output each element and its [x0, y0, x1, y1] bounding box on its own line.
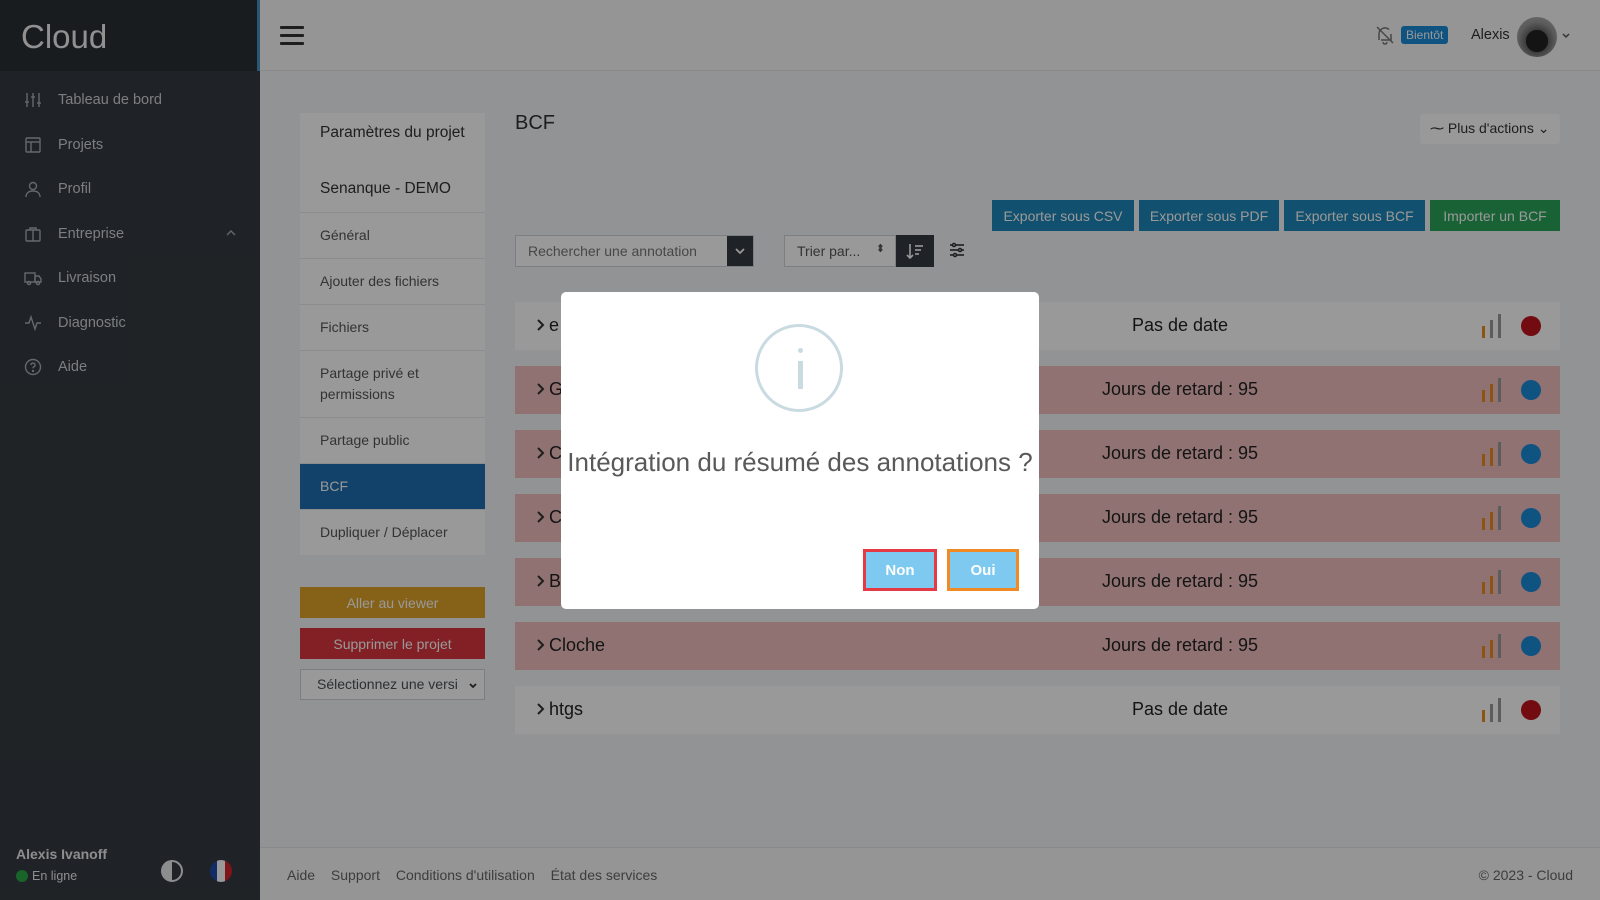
no-button[interactable]: Non [863, 549, 937, 591]
confirm-dialog: Intégration du résumé des annotations ? … [561, 292, 1039, 609]
yes-button[interactable]: Oui [947, 549, 1019, 591]
info-icon [755, 324, 843, 412]
dialog-message: Intégration du résumé des annotations ? [567, 447, 1033, 477]
